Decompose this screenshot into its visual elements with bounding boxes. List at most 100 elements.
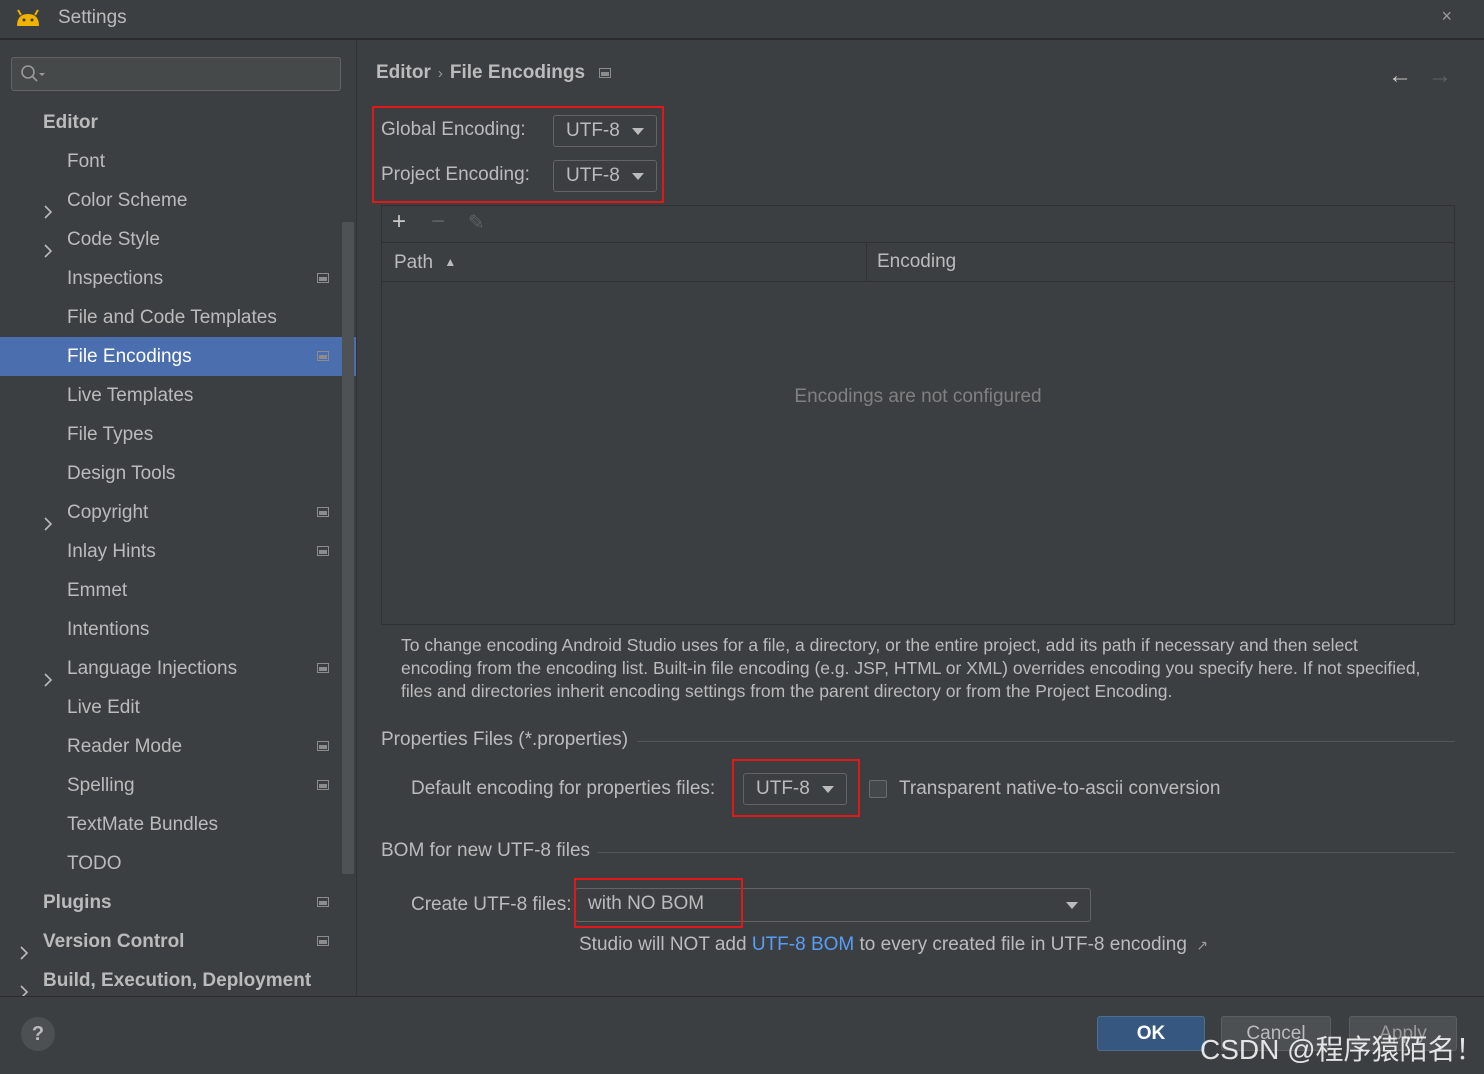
project-encoding-select[interactable]: UTF-8 bbox=[553, 160, 657, 192]
transparent-conversion-checkbox[interactable] bbox=[869, 780, 887, 798]
sidebar-item-todo[interactable]: TODO bbox=[0, 844, 342, 883]
sidebar-item-reader-mode[interactable]: Reader Mode bbox=[0, 727, 342, 766]
bom-note-prefix: Studio will NOT add bbox=[579, 934, 752, 955]
sidebar-item-label: Intentions bbox=[67, 619, 150, 640]
sidebar-item-textmate-bundles[interactable]: TextMate Bundles bbox=[0, 805, 342, 844]
ok-button[interactable]: OK bbox=[1097, 1016, 1205, 1051]
close-window-button[interactable]: × bbox=[1441, 6, 1452, 27]
path-encoding-table: + − ✎ Path ▲ Encoding Encodings are not … bbox=[381, 205, 1455, 625]
table-empty-text: Encodings are not configured bbox=[794, 386, 1042, 407]
column-header-encoding[interactable]: Encoding bbox=[877, 243, 956, 281]
window-title: Settings bbox=[58, 7, 127, 28]
settings-sidebar: Editor Font Color Scheme Code Style Inspecti… bbox=[0, 40, 357, 996]
android-studio-logo-icon bbox=[17, 9, 39, 26]
sidebar-item-label: Language Injections bbox=[67, 658, 238, 679]
sidebar-item-file-and-code-templates[interactable]: File and Code Templates bbox=[0, 298, 342, 337]
sidebar-item-language-injections[interactable]: Language Injections bbox=[0, 649, 342, 688]
sidebar-item-inspections[interactable]: Inspections bbox=[0, 259, 342, 298]
sidebar-item-inlay-hints[interactable]: Inlay Hints bbox=[0, 532, 342, 571]
sidebar-item-font[interactable]: Font bbox=[0, 142, 342, 181]
sidebar-item-label: Inspections bbox=[67, 268, 164, 289]
sidebar-item-color-scheme[interactable]: Color Scheme bbox=[0, 181, 342, 220]
sidebar-item-label: TextMate Bundles bbox=[67, 814, 219, 835]
sidebar-scrollbar[interactable] bbox=[342, 222, 354, 874]
sidebar-item-design-tools[interactable]: Design Tools bbox=[0, 454, 342, 493]
title-bar: Settings × bbox=[0, 0, 1484, 40]
dropdown-arrow-icon bbox=[822, 786, 834, 793]
edit-icon[interactable]: ✎ bbox=[468, 210, 485, 235]
bom-option-value: with NO BOM bbox=[588, 893, 705, 914]
sidebar-item-version-control[interactable]: Version Control bbox=[0, 922, 342, 961]
column-header-path[interactable]: Path ▲ bbox=[394, 243, 456, 281]
sidebar-item-emmet[interactable]: Emmet bbox=[0, 571, 342, 610]
external-link-icon[interactable]: ↗ bbox=[1196, 937, 1208, 953]
properties-default-encoding-label: Default encoding for properties files: bbox=[411, 778, 716, 799]
properties-encoding-select[interactable]: UTF-8 bbox=[743, 773, 847, 805]
chevron-right-icon[interactable] bbox=[19, 974, 29, 996]
sidebar-item-file-encodings[interactable]: File Encodings bbox=[0, 337, 356, 376]
project-scope-icon bbox=[317, 273, 329, 283]
breadcrumb-current: File Encodings bbox=[449, 62, 586, 83]
sidebar-item-editor[interactable]: Editor bbox=[0, 103, 342, 142]
bom-note: Studio will NOT add UTF-8 BOM to every c… bbox=[579, 934, 1208, 956]
sidebar-item-label: Reader Mode bbox=[67, 736, 183, 757]
project-scope-icon bbox=[317, 897, 329, 907]
path-header-label: Path bbox=[394, 252, 434, 273]
sidebar-item-intentions[interactable]: Intentions bbox=[0, 610, 342, 649]
forward-arrow-button[interactable]: → bbox=[1428, 62, 1452, 90]
dropdown-arrow-icon bbox=[632, 128, 644, 135]
global-encoding-value: UTF-8 bbox=[566, 120, 620, 141]
project-scope-icon bbox=[599, 67, 612, 78]
transparent-conversion-label[interactable]: Transparent native-to-ascii conversion bbox=[899, 778, 1220, 800]
help-button[interactable]: ? bbox=[21, 1017, 55, 1051]
remove-icon[interactable]: − bbox=[431, 208, 445, 236]
sidebar-item-label: Font bbox=[67, 151, 106, 172]
sort-ascending-icon: ▲ bbox=[444, 255, 457, 269]
sidebar-item-label: Live Templates bbox=[67, 385, 194, 406]
project-scope-icon bbox=[317, 780, 329, 790]
sidebar-item-spelling[interactable]: Spelling bbox=[0, 766, 342, 805]
sidebar-item-label: Design Tools bbox=[67, 463, 176, 484]
project-encoding-value: UTF-8 bbox=[566, 165, 620, 186]
project-scope-icon bbox=[317, 546, 329, 556]
properties-encoding-value: UTF-8 bbox=[756, 778, 810, 799]
sidebar-item-file-types[interactable]: File Types bbox=[0, 415, 342, 454]
project-scope-icon bbox=[317, 351, 329, 361]
encoding-help-text: To change encoding Android Studio uses f… bbox=[401, 635, 1421, 701]
breadcrumb-separator: › bbox=[437, 65, 443, 82]
sidebar-item-label: Color Scheme bbox=[67, 190, 188, 211]
section-divider bbox=[597, 852, 1455, 853]
sidebar-item-label: Editor bbox=[43, 112, 98, 133]
bom-option-select[interactable]: with NO BOM bbox=[575, 888, 1091, 922]
back-arrow-button[interactable]: ← bbox=[1388, 62, 1412, 90]
sidebar-item-label: Emmet bbox=[67, 580, 128, 601]
sidebar-item-live-edit[interactable]: Live Edit bbox=[0, 688, 342, 727]
project-scope-icon bbox=[317, 663, 329, 673]
table-toolbar: + − ✎ bbox=[382, 206, 1454, 243]
sidebar-item-build-execution-deployment[interactable]: Build, Execution, Deployment bbox=[0, 961, 342, 996]
section-divider bbox=[637, 741, 1455, 742]
sidebar-item-label: Copyright bbox=[67, 502, 149, 523]
bom-note-suffix: to every created file in UTF-8 encoding bbox=[854, 934, 1187, 955]
sidebar-item-label: Build, Execution, Deployment bbox=[43, 970, 312, 991]
project-encoding-label: Project Encoding: bbox=[381, 164, 530, 185]
global-encoding-select[interactable]: UTF-8 bbox=[553, 115, 657, 147]
sidebar-item-label: File Encodings bbox=[67, 346, 192, 367]
project-scope-icon bbox=[317, 936, 329, 946]
breadcrumb-parent[interactable]: Editor bbox=[376, 62, 431, 83]
sidebar-item-label: File and Code Templates bbox=[67, 307, 277, 328]
settings-search-input[interactable] bbox=[11, 57, 341, 91]
add-icon[interactable]: + bbox=[392, 208, 406, 236]
utf8-bom-link[interactable]: UTF-8 BOM bbox=[752, 934, 854, 955]
settings-content: Editor › File Encodings ← → Global Encodin… bbox=[357, 40, 1484, 996]
sidebar-item-live-templates[interactable]: Live Templates bbox=[0, 376, 342, 415]
column-divider[interactable] bbox=[866, 243, 867, 281]
search-icon bbox=[21, 65, 45, 82]
sidebar-item-code-style[interactable]: Code Style bbox=[0, 220, 342, 259]
global-encoding-label: Global Encoding: bbox=[381, 119, 526, 140]
sidebar-item-label: Live Edit bbox=[67, 697, 140, 718]
sidebar-item-label: Code Style bbox=[67, 229, 160, 250]
sidebar-item-label: Version Control bbox=[43, 931, 185, 952]
sidebar-item-copyright[interactable]: Copyright bbox=[0, 493, 342, 532]
sidebar-item-plugins[interactable]: Plugins bbox=[0, 883, 342, 922]
